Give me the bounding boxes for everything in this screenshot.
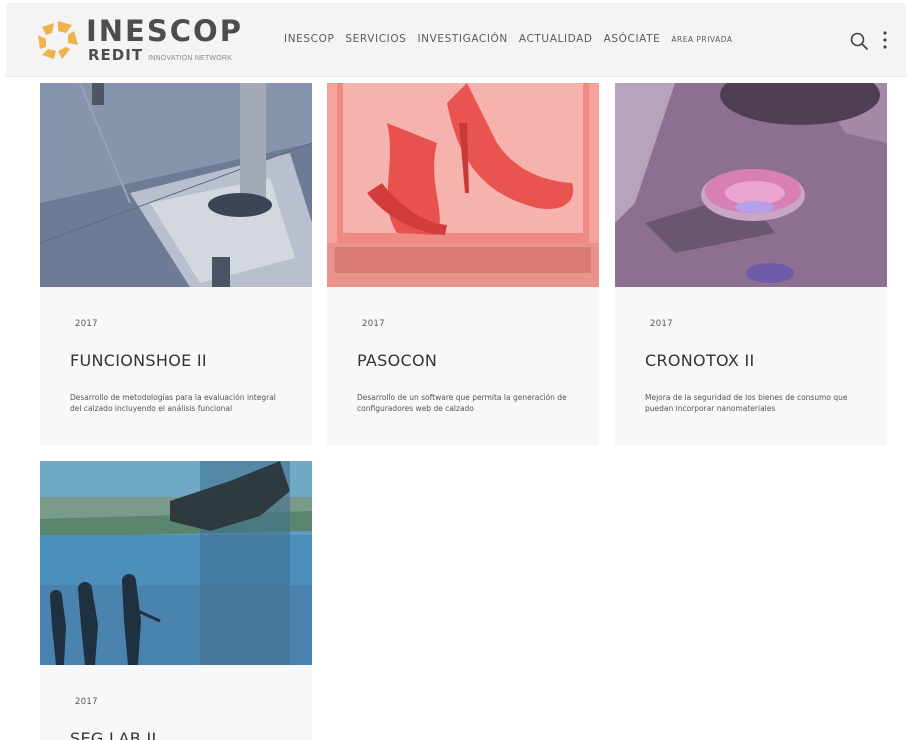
project-image[interactable] [40,461,312,665]
nav-item-area-privada[interactable]: ÁREA PRIVADA [671,35,732,44]
project-year: 2017 [75,697,98,707]
inescop-logo[interactable]: INESCOP REDIT INNOVATION NETWORK [38,14,248,66]
project-description: Desarrollo de un software que permita la… [357,393,567,413]
petri-dish-photo [615,83,887,287]
search-icon[interactable] [850,32,868,50]
project-card[interactable]: 2017 SEG LAB II [40,461,312,740]
project-description: Desarrollo de metodologías para la evalu… [70,393,276,413]
site-header: INESCOP REDIT INNOVATION NETWORK INESCOP… [6,3,906,77]
logo-subtitle: REDIT INNOVATION NETWORK [88,48,232,66]
project-card[interactable]: 2017 FUNCIONSHOE II Desarrollo de metodo… [40,83,312,445]
project-description: Mejora de la seguridad de los bienes de … [645,393,848,413]
project-image[interactable] [327,83,599,287]
nav-item-investigacion[interactable]: INVESTIGACIÓN [417,33,507,45]
project-card[interactable]: 2017 PASOCON Desarrollo de un software q… [327,83,599,445]
logo-mark-icon [38,21,78,59]
heels-laptop-photo [327,83,599,287]
project-title[interactable]: CRONOTOX II [645,351,755,370]
lab-silhouettes-photo [40,461,312,665]
logo-title: INESCOP [86,14,243,48]
project-year: 2017 [362,319,385,329]
main-nav: INESCOP SERVICIOS INVESTIGACIÓN ACTUALID… [284,33,744,45]
gait-test-photo [40,83,312,287]
nav-item-servicios[interactable]: SERVICIOS [345,33,406,45]
project-title[interactable]: SEG LAB II [70,729,156,740]
project-year: 2017 [75,319,98,329]
project-year: 2017 [650,319,673,329]
project-title[interactable]: PASOCON [357,351,437,370]
more-vertical-icon[interactable] [882,30,888,50]
logo-network: INNOVATION NETWORK [148,55,232,62]
project-image[interactable] [615,83,887,287]
project-card[interactable]: 2017 CRONOTOX II Mejora de la seguridad … [615,83,887,445]
logo-redit: REDIT [88,46,144,64]
project-image[interactable] [40,83,312,287]
nav-item-actualidad[interactable]: ACTUALIDAD [519,33,593,45]
nav-item-asociate[interactable]: ASÓCIATE [604,33,661,45]
nav-item-inescop[interactable]: INESCOP [284,33,334,45]
project-title[interactable]: FUNCIONSHOE II [70,351,207,370]
